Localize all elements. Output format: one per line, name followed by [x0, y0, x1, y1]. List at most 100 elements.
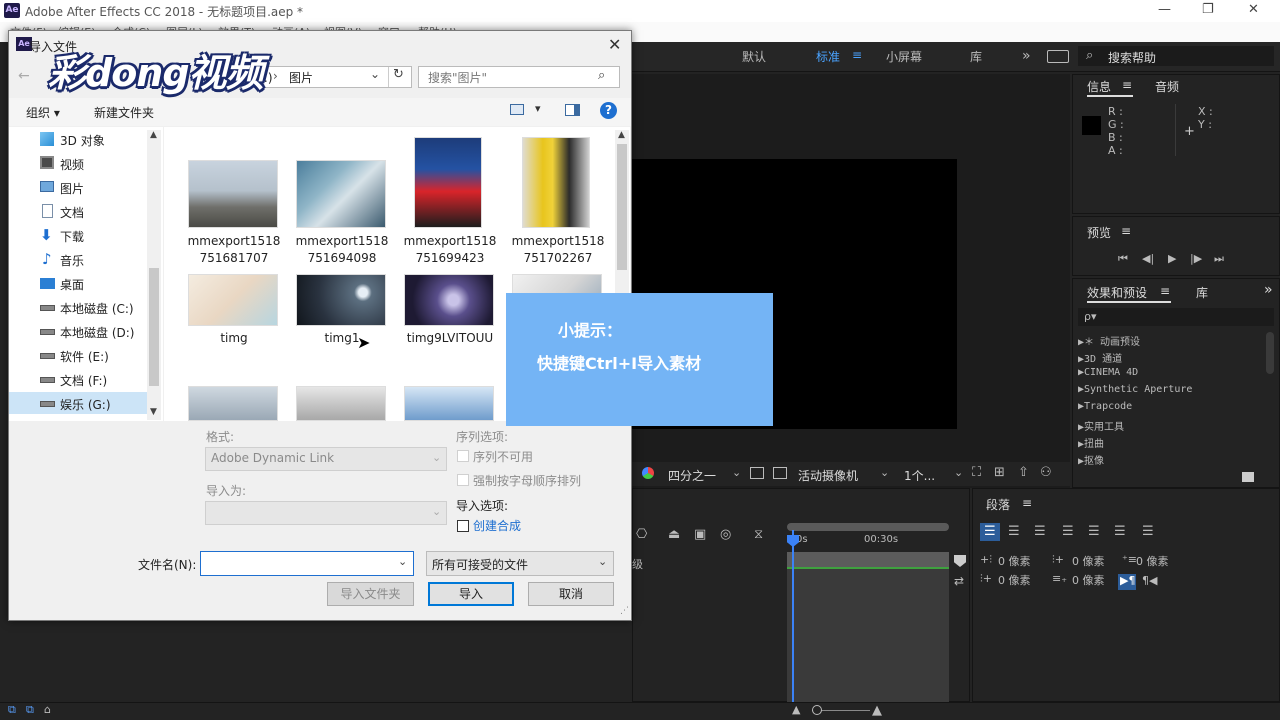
import-as-select[interactable]: [205, 501, 447, 525]
zoom-select[interactable]: 四分之一: [668, 467, 716, 484]
file-name-3a[interactable]: mmexport1518: [508, 233, 608, 250]
import-button[interactable]: 导入: [428, 582, 514, 606]
rtl-icon[interactable]: ¶◀: [1142, 574, 1157, 587]
file-name-1a[interactable]: mmexport1518: [292, 233, 392, 250]
effects-item-distort[interactable]: ▶扭曲: [1078, 435, 1104, 450]
space-before-value[interactable]: 0 像素: [1136, 553, 1169, 569]
nav-item-drive-e[interactable]: 软件 (E:): [60, 348, 109, 365]
file-thumb-8[interactable]: [188, 386, 278, 421]
workspace-default[interactable]: 默认: [742, 48, 766, 65]
file-name-6[interactable]: timg9LVITOUU: [400, 330, 500, 347]
paragraph-menu-icon[interactable]: ≡: [1022, 496, 1032, 510]
effects-item-cinema4d[interactable]: ▶CINEMA 4D: [1078, 367, 1138, 378]
camera-select[interactable]: 活动摄像机: [798, 467, 858, 484]
dialog-close-button[interactable]: ✕: [608, 35, 621, 54]
effects-item-trapcode[interactable]: ▶Trapcode: [1078, 401, 1132, 412]
file-name-5[interactable]: timg1: [292, 330, 392, 347]
align-center-icon[interactable]: ☰: [1008, 524, 1020, 539]
work-area-bar[interactable]: [787, 523, 949, 531]
preview-menu-icon[interactable]: ≡: [1121, 224, 1131, 238]
restore-button[interactable]: ❐: [1202, 2, 1214, 17]
filename-input[interactable]: [200, 551, 414, 576]
first-frame-icon[interactable]: ⏮: [1118, 252, 1128, 266]
effects-scrollbar[interactable]: [1266, 332, 1274, 374]
file-name-3b[interactable]: 751702267: [508, 250, 608, 267]
sequence-checkbox[interactable]: [457, 450, 469, 462]
tab-effects-presets[interactable]: 效果和预设: [1087, 284, 1147, 301]
comp-button-icon[interactable]: ⇄: [954, 574, 964, 588]
timeline-icon[interactable]: ⊞: [994, 465, 1005, 480]
indent-left-value[interactable]: 0 像素: [998, 553, 1031, 569]
refresh-icon[interactable]: ↻: [388, 67, 408, 87]
create-composition-label[interactable]: 创建合成: [473, 517, 521, 534]
workspace-more-icon[interactable]: »: [1022, 48, 1031, 64]
effects-item-synthetic-aperture[interactable]: ▶Synthetic Aperture: [1078, 384, 1192, 395]
file-name-0b[interactable]: 751681707: [184, 250, 284, 267]
nav-scroll-up-icon[interactable]: ▲: [150, 130, 157, 140]
fast-preview-icon[interactable]: ⛶: [972, 465, 981, 480]
transparency-grid-icon[interactable]: [773, 467, 787, 479]
views-select[interactable]: 1个...: [904, 467, 935, 484]
justify-left-icon[interactable]: ☰: [1062, 524, 1074, 539]
last-frame-icon[interactable]: ⏭: [1214, 252, 1224, 266]
file-name-2b[interactable]: 751699423: [400, 250, 500, 267]
zoom-slider-thumb[interactable]: [812, 705, 822, 715]
file-thumb-6[interactable]: [404, 274, 494, 326]
next-frame-icon[interactable]: |▶: [1190, 252, 1202, 265]
help-icon[interactable]: ?: [600, 102, 617, 119]
file-thumb-9[interactable]: [296, 386, 386, 421]
close-app-button[interactable]: ✕: [1248, 2, 1259, 17]
motion-blur-icon[interactable]: ◎: [720, 527, 731, 542]
filename-dropdown-icon[interactable]: ⌄: [398, 555, 407, 568]
flowchart-icon[interactable]: ⚇: [1040, 465, 1052, 480]
nav-item-drive-d[interactable]: 本地磁盘 (D:): [60, 324, 134, 341]
effects-item-3d-channel[interactable]: ▶3D 通道: [1078, 350, 1122, 365]
layer-track-bar[interactable]: [787, 552, 949, 568]
file-thumb-5[interactable]: [296, 274, 386, 326]
effects-item-utility[interactable]: ▶实用工具: [1078, 418, 1124, 433]
color-channel-icon[interactable]: [642, 467, 654, 479]
play-icon[interactable]: ▶: [1168, 252, 1176, 265]
filetype-select[interactable]: 所有可接受的文件: [426, 551, 614, 576]
nav-item-drive-f[interactable]: 文档 (F:): [60, 372, 107, 389]
render-icon[interactable]: ⇧: [1018, 465, 1029, 480]
file-name-0a[interactable]: mmexport1518: [184, 233, 284, 250]
nav-item-pictures[interactable]: 图片: [60, 180, 84, 197]
workspace-menu-icon[interactable]: ≡: [852, 48, 862, 62]
new-folder-button[interactable]: 新建文件夹: [94, 104, 154, 121]
nav-item-downloads[interactable]: 下载: [60, 228, 84, 245]
tab-audio[interactable]: 音频: [1155, 78, 1179, 95]
tab-info[interactable]: 信息: [1087, 78, 1111, 95]
track-area[interactable]: [787, 552, 949, 702]
workspace-standard[interactable]: 标准: [816, 48, 840, 65]
workspace-small-screen[interactable]: 小屏幕: [886, 48, 922, 65]
nav-scroll-thumb[interactable]: [149, 268, 159, 386]
nav-item-drive-g[interactable]: 娱乐 (G:): [60, 396, 111, 413]
file-scroll-thumb[interactable]: [617, 144, 627, 270]
address-folder[interactable]: 图片: [289, 69, 313, 86]
effects-item-keying[interactable]: ▶抠像: [1078, 452, 1104, 467]
nav-item-drive-c[interactable]: 本地磁盘 (C:): [60, 300, 134, 317]
file-name-1b[interactable]: 751694098: [292, 250, 392, 267]
file-name-2a[interactable]: mmexport1518: [400, 233, 500, 250]
draft-3d-icon[interactable]: ⎔: [636, 527, 647, 542]
organize-button[interactable]: 组织 ▾: [26, 104, 60, 121]
workspace-library[interactable]: 库: [970, 48, 982, 65]
zoom-out-icon[interactable]: ▲: [792, 703, 800, 716]
justify-all-icon[interactable]: ☰: [1142, 524, 1154, 539]
tab-library[interactable]: 库: [1196, 284, 1208, 301]
address-dropdown-icon[interactable]: ⌄: [370, 67, 380, 81]
prev-frame-icon[interactable]: ◀|: [1142, 252, 1154, 265]
bin-icon[interactable]: ⧉: [26, 703, 34, 717]
file-thumb-4[interactable]: [188, 274, 278, 326]
effects-item-animation-presets[interactable]: ▶＊ 动画预设: [1078, 333, 1140, 348]
nav-item-3d-objects[interactable]: 3D 对象: [60, 132, 105, 149]
trash-icon[interactable]: ⌂: [44, 703, 51, 716]
file-name-4[interactable]: timg: [184, 330, 284, 347]
justify-center-icon[interactable]: ☰: [1088, 524, 1100, 539]
align-right-icon[interactable]: ☰: [1034, 524, 1046, 539]
create-composition-checkbox[interactable]: [457, 520, 469, 532]
dialog-search-icon[interactable]: ⌕: [598, 68, 605, 83]
first-line-indent-value[interactable]: 0 像素: [998, 572, 1031, 588]
effects-more-icon[interactable]: »: [1264, 282, 1273, 298]
